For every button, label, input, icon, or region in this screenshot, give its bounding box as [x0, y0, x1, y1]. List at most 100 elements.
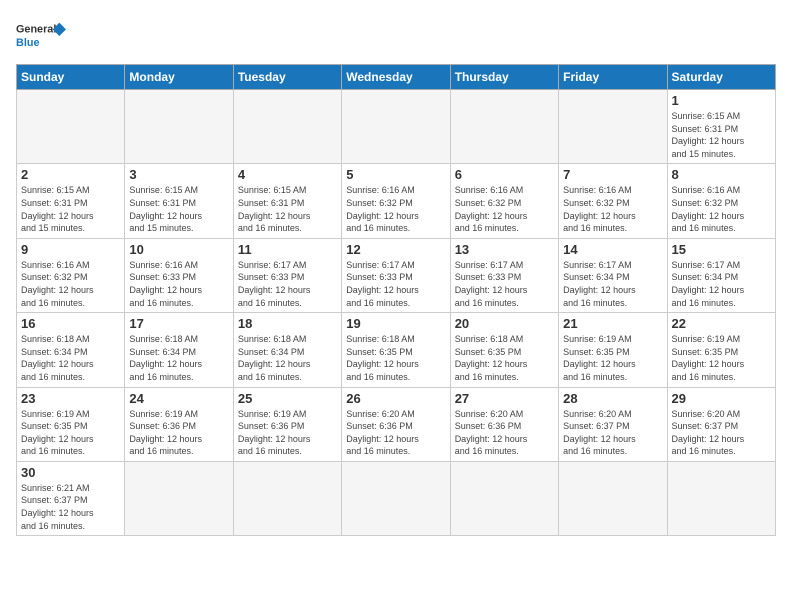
calendar-cell: 15Sunrise: 6:17 AMSunset: 6:34 PMDayligh… — [667, 238, 775, 312]
day-header-thursday: Thursday — [450, 65, 558, 90]
day-info: Sunrise: 6:18 AMSunset: 6:34 PMDaylight:… — [129, 333, 228, 383]
day-header-friday: Friday — [559, 65, 667, 90]
calendar-cell: 30Sunrise: 6:21 AMSunset: 6:37 PMDayligh… — [17, 461, 125, 535]
day-info: Sunrise: 6:18 AMSunset: 6:34 PMDaylight:… — [21, 333, 120, 383]
day-number: 24 — [129, 391, 228, 406]
svg-text:Blue: Blue — [16, 37, 39, 49]
day-header-tuesday: Tuesday — [233, 65, 341, 90]
day-header-sunday: Sunday — [17, 65, 125, 90]
calendar-cell: 20 Sunrise: 6:18 AMSunset: 6:35 PMDayligh… — [450, 313, 558, 387]
calendar-cell — [667, 461, 775, 535]
day-number: 7 — [563, 167, 662, 182]
day-info: Sunrise: 6:20 AMSunset: 6:36 PMDaylight:… — [346, 408, 445, 458]
day-info: Sunrise: 6:19 AMSunset: 6:36 PMDaylight:… — [238, 408, 337, 458]
day-header-monday: Monday — [125, 65, 233, 90]
calendar-cell: 14 Sunrise: 6:17 AMSunset: 6:34 PMDayligh… — [559, 238, 667, 312]
calendar-cell: 8 Sunrise: 6:16 AMSunset: 6:32 PMDaylight… — [667, 164, 775, 238]
calendar-cell — [233, 90, 341, 164]
calendar-cell: 25 Sunrise: 6:19 AMSunset: 6:36 PMDayligh… — [233, 387, 341, 461]
calendar-cell: 27 Sunrise: 6:20 AMSunset: 6:36 PMDayligh… — [450, 387, 558, 461]
calendar-cell — [559, 90, 667, 164]
calendar-cell — [559, 461, 667, 535]
day-info: Sunrise: 6:19 AMSunset: 6:35 PMDaylight:… — [563, 333, 662, 383]
day-header-saturday: Saturday — [667, 65, 775, 90]
day-info: Sunrise: 6:17 AMSunset: 6:33 PMDaylight:… — [238, 259, 337, 309]
calendar-cell: 26 Sunrise: 6:20 AMSunset: 6:36 PMDayligh… — [342, 387, 450, 461]
day-number: 28 — [563, 391, 662, 406]
calendar-cell — [17, 90, 125, 164]
day-number: 20 — [455, 316, 554, 331]
calendar-cell — [342, 461, 450, 535]
day-info: Sunrise: 6:17 AMSunset: 6:34 PMDaylight:… — [563, 259, 662, 309]
day-info: Sunrise: 6:16 AMSunset: 6:33 PMDaylight:… — [129, 259, 228, 309]
day-number: 22 — [672, 316, 771, 331]
calendar-cell: 21 Sunrise: 6:19 AMSunset: 6:35 PMDayligh… — [559, 313, 667, 387]
day-number: 2 — [21, 167, 120, 182]
day-info: Sunrise: 6:18 AMSunset: 6:35 PMDaylight:… — [455, 333, 554, 383]
day-info: Sunrise: 6:19 AMSunset: 6:35 PMDaylight:… — [672, 333, 771, 383]
calendar-cell: 9 Sunrise: 6:16 AMSunset: 6:32 PMDaylight… — [17, 238, 125, 312]
day-info: Sunrise: 6:15 AMSunset: 6:31 PMDaylight:… — [129, 184, 228, 234]
day-number: 8 — [672, 167, 771, 182]
day-number: 12 — [346, 242, 445, 257]
calendar-cell: 28Sunrise: 6:20 AMSunset: 6:37 PMDayligh… — [559, 387, 667, 461]
day-number: 17 — [129, 316, 228, 331]
day-number: 19 — [346, 316, 445, 331]
day-info: Sunrise: 6:19 AMSunset: 6:36 PMDaylight:… — [129, 408, 228, 458]
day-number: 16 — [21, 316, 120, 331]
calendar-cell: 6Sunrise: 6:16 AMSunset: 6:32 PMDaylight… — [450, 164, 558, 238]
calendar-cell — [450, 90, 558, 164]
day-info: Sunrise: 6:16 AMSunset: 6:32 PMDaylight:… — [21, 259, 120, 309]
calendar-cell: 22 Sunrise: 6:19 AMSunset: 6:35 PMDayligh… — [667, 313, 775, 387]
day-number: 25 — [238, 391, 337, 406]
calendar-cell — [233, 461, 341, 535]
calendar-cell: 4Sunrise: 6:15 AMSunset: 6:31 PMDaylight… — [233, 164, 341, 238]
calendar-cell: 17 Sunrise: 6:18 AMSunset: 6:34 PMDayligh… — [125, 313, 233, 387]
day-number: 23 — [21, 391, 120, 406]
calendar-cell: 18 Sunrise: 6:18 AMSunset: 6:34 PMDayligh… — [233, 313, 341, 387]
day-number: 1 — [672, 93, 771, 108]
day-number: 3 — [129, 167, 228, 182]
calendar-cell: 13 Sunrise: 6:17 AMSunset: 6:33 PMDayligh… — [450, 238, 558, 312]
day-info: Sunrise: 6:19 AMSunset: 6:35 PMDaylight:… — [21, 408, 120, 458]
calendar-cell: 10 Sunrise: 6:16 AMSunset: 6:33 PMDayligh… — [125, 238, 233, 312]
logo: General Blue — [16, 16, 66, 56]
calendar-cell — [125, 90, 233, 164]
calendar-cell: 19 Sunrise: 6:18 AMSunset: 6:35 PMDayligh… — [342, 313, 450, 387]
day-number: 11 — [238, 242, 337, 257]
generalblue-logo: General Blue — [16, 16, 66, 56]
day-number: 9 — [21, 242, 120, 257]
day-info: Sunrise: 6:21 AMSunset: 6:37 PMDaylight:… — [21, 482, 120, 532]
calendar-cell — [450, 461, 558, 535]
day-info: Sunrise: 6:16 AMSunset: 6:32 PMDaylight:… — [455, 184, 554, 234]
day-number: 21 — [563, 316, 662, 331]
day-number: 27 — [455, 391, 554, 406]
day-number: 26 — [346, 391, 445, 406]
day-number: 5 — [346, 167, 445, 182]
calendar-table: SundayMondayTuesdayWednesdayThursdayFrid… — [16, 64, 776, 536]
day-number: 15 — [672, 242, 771, 257]
day-number: 4 — [238, 167, 337, 182]
calendar-cell — [125, 461, 233, 535]
page-header: General Blue — [16, 16, 776, 56]
day-info: Sunrise: 6:18 AMSunset: 6:34 PMDaylight:… — [238, 333, 337, 383]
calendar-cell: 16 Sunrise: 6:18 AMSunset: 6:34 PMDayligh… — [17, 313, 125, 387]
day-info: Sunrise: 6:18 AMSunset: 6:35 PMDaylight:… — [346, 333, 445, 383]
day-info: Sunrise: 6:17 AMSunset: 6:33 PMDaylight:… — [346, 259, 445, 309]
day-info: Sunrise: 6:15 AMSunset: 6:31 PMDaylight:… — [21, 184, 120, 234]
day-info: Sunrise: 6:16 AMSunset: 6:32 PMDaylight:… — [672, 184, 771, 234]
calendar-cell: 3 Sunrise: 6:15 AMSunset: 6:31 PMDaylight… — [125, 164, 233, 238]
day-number: 18 — [238, 316, 337, 331]
calendar-cell: 11 Sunrise: 6:17 AMSunset: 6:33 PMDayligh… — [233, 238, 341, 312]
day-number: 10 — [129, 242, 228, 257]
day-info: Sunrise: 6:20 AMSunset: 6:36 PMDaylight:… — [455, 408, 554, 458]
day-number: 14 — [563, 242, 662, 257]
calendar-cell: 7Sunrise: 6:16 AMSunset: 6:32 PMDaylight… — [559, 164, 667, 238]
svg-text:General: General — [16, 24, 56, 36]
calendar-cell: 29Sunrise: 6:20 AMSunset: 6:37 PMDayligh… — [667, 387, 775, 461]
day-info: Sunrise: 6:17 AMSunset: 6:33 PMDaylight:… — [455, 259, 554, 309]
day-header-wednesday: Wednesday — [342, 65, 450, 90]
day-number: 29 — [672, 391, 771, 406]
day-number: 13 — [455, 242, 554, 257]
calendar-cell: 24 Sunrise: 6:19 AMSunset: 6:36 PMDayligh… — [125, 387, 233, 461]
